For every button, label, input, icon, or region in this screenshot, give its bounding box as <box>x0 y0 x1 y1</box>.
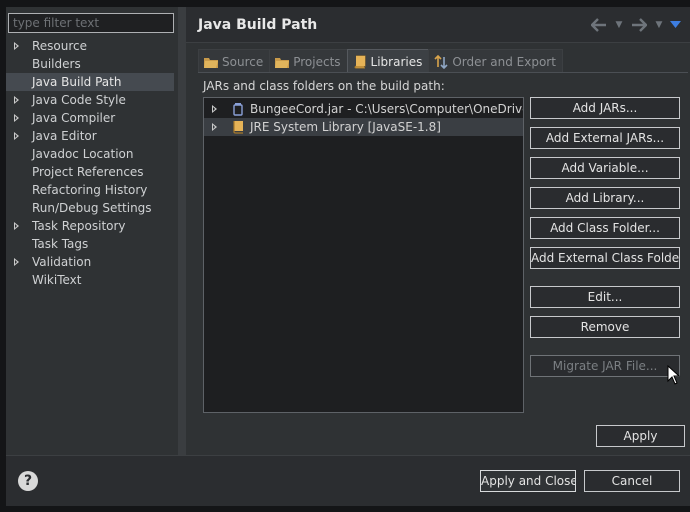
forward-menu-chevron-icon[interactable]: ▼ <box>654 15 664 35</box>
expand-arrow-icon[interactable] <box>14 222 19 230</box>
sidebar-item-label: WikiText <box>32 273 82 287</box>
sidebar-item-label: Run/Debug Settings <box>32 201 152 215</box>
sidebar-item-label: Validation <box>32 255 92 269</box>
expand-arrow-icon[interactable] <box>14 96 19 104</box>
list-item-label: JRE System Library [JavaSE-1.8] <box>250 120 441 134</box>
sidebar-item-validation[interactable]: Validation <box>6 253 178 271</box>
tab-order-and-export[interactable]: Order and Export <box>428 49 563 73</box>
build-path-library-list[interactable]: BungeeCord.jar - C:\Users\Computer\OneDr… <box>203 97 524 413</box>
add-library-button[interactable]: Add Library... <box>530 187 680 209</box>
expand-arrow-icon[interactable] <box>14 114 19 122</box>
back-arrow-icon[interactable] <box>588 15 610 35</box>
add-variable-button[interactable]: Add Variable... <box>530 157 680 179</box>
help-icon[interactable]: ? <box>18 471 38 491</box>
property-page-tree: Resource Builders Java Build Path Java C… <box>6 37 178 289</box>
library-icon <box>231 120 245 134</box>
sidebar-item-task-tags[interactable]: Task Tags <box>6 235 178 253</box>
sidebar-item-javadoc-location[interactable]: Javadoc Location <box>6 145 178 163</box>
back-menu-chevron-icon[interactable]: ▼ <box>614 15 624 35</box>
sidebar-item-label: Task Repository <box>32 219 126 233</box>
source-folder-icon <box>203 55 219 69</box>
cancel-button[interactable]: Cancel <box>584 470 680 492</box>
section-label: JARs and class folders on the build path… <box>203 79 445 93</box>
expand-arrow-icon[interactable] <box>14 42 19 50</box>
sidebar-item-label: Javadoc Location <box>32 147 134 161</box>
expand-arrow-icon[interactable] <box>212 123 217 131</box>
sidebar-item-label: Builders <box>32 57 81 71</box>
pane-splitter[interactable] <box>178 7 186 455</box>
library-books-icon <box>352 55 368 69</box>
sidebar-item-wikitext[interactable]: WikiText <box>6 271 178 289</box>
tab-projects[interactable]: Projects <box>269 49 348 73</box>
page-title: Java Build Path <box>198 17 318 33</box>
sidebar-item-label: Task Tags <box>32 237 89 251</box>
sidebar-item-run-debug-settings[interactable]: Run/Debug Settings <box>6 199 178 217</box>
sidebar-item-resource[interactable]: Resource <box>6 37 178 55</box>
add-jars-button[interactable]: Add JARs... <box>530 97 680 119</box>
remove-button[interactable]: Remove <box>530 316 680 338</box>
jar-file-icon <box>231 102 245 116</box>
add-class-folder-button[interactable]: Add Class Folder... <box>530 217 680 239</box>
sidebar-item-java-code-style[interactable]: Java Code Style <box>6 91 178 109</box>
list-item[interactable]: BungeeCord.jar - C:\Users\Computer\OneDr… <box>204 100 523 118</box>
expand-arrow-icon[interactable] <box>14 258 19 266</box>
add-external-class-folder-button[interactable]: Add External Class Folder... <box>530 247 680 269</box>
sidebar-item-label: Java Code Style <box>32 93 126 107</box>
sidebar-item-label: Java Compiler <box>32 111 116 125</box>
expand-arrow-icon[interactable] <box>14 132 19 140</box>
sidebar-item-label: Refactoring History <box>32 183 148 197</box>
filter-input[interactable] <box>8 13 174 33</box>
sidebar-item-label: Java Editor <box>32 129 97 143</box>
build-path-tabs: Source Projects Libraries Order and Expo… <box>198 49 563 73</box>
page-title-bar: Java Build Path ▼ ▼ <box>186 7 690 43</box>
sidebar-item-task-repository[interactable]: Task Repository <box>6 217 178 235</box>
sidebar-item-builders[interactable]: Builders <box>6 55 178 73</box>
tab-label: Libraries <box>370 54 423 69</box>
mouse-pointer-icon <box>667 364 681 385</box>
tab-label: Source <box>222 54 264 69</box>
tab-label: Projects <box>293 54 341 69</box>
sidebar-item-label: Resource <box>32 39 88 53</box>
sidebar-item-project-references[interactable]: Project References <box>6 163 178 181</box>
edit-button[interactable]: Edit... <box>530 286 680 308</box>
expand-arrow-icon[interactable] <box>212 105 217 113</box>
history-navigation: ▼ ▼ <box>588 15 682 35</box>
order-export-icon <box>433 54 449 69</box>
sidebar-item-refactoring-history[interactable]: Refactoring History <box>6 181 178 199</box>
tab-source[interactable]: Source <box>198 49 271 73</box>
sidebar-item-java-build-path[interactable]: Java Build Path <box>6 73 174 91</box>
forward-arrow-icon[interactable] <box>628 15 650 35</box>
apply-button[interactable]: Apply <box>596 425 685 447</box>
add-external-jars-button[interactable]: Add External JARs... <box>530 127 680 149</box>
tab-label: Order and Export <box>452 54 556 69</box>
sidebar-item-java-editor[interactable]: Java Editor <box>6 127 178 145</box>
property-page-tree-pane: Resource Builders Java Build Path Java C… <box>6 7 178 455</box>
view-menu-icon[interactable] <box>668 15 682 35</box>
window-edge-top <box>0 0 690 7</box>
list-item[interactable]: JRE System Library [JavaSE-1.8] <box>204 118 523 136</box>
sidebar-item-java-compiler[interactable]: Java Compiler <box>6 109 178 127</box>
list-item-label: BungeeCord.jar - C:\Users\Computer\OneDr… <box>250 102 523 116</box>
window-edge-bottom <box>0 506 690 512</box>
tab-libraries[interactable]: Libraries <box>346 49 430 73</box>
migrate-jar-file-button[interactable]: Migrate JAR File... <box>530 355 680 377</box>
apply-and-close-button[interactable]: Apply and Close <box>480 470 576 492</box>
projects-folder-icon <box>274 55 290 69</box>
sidebar-item-label: Project References <box>32 165 144 179</box>
sidebar-item-label: Java Build Path <box>32 75 122 89</box>
